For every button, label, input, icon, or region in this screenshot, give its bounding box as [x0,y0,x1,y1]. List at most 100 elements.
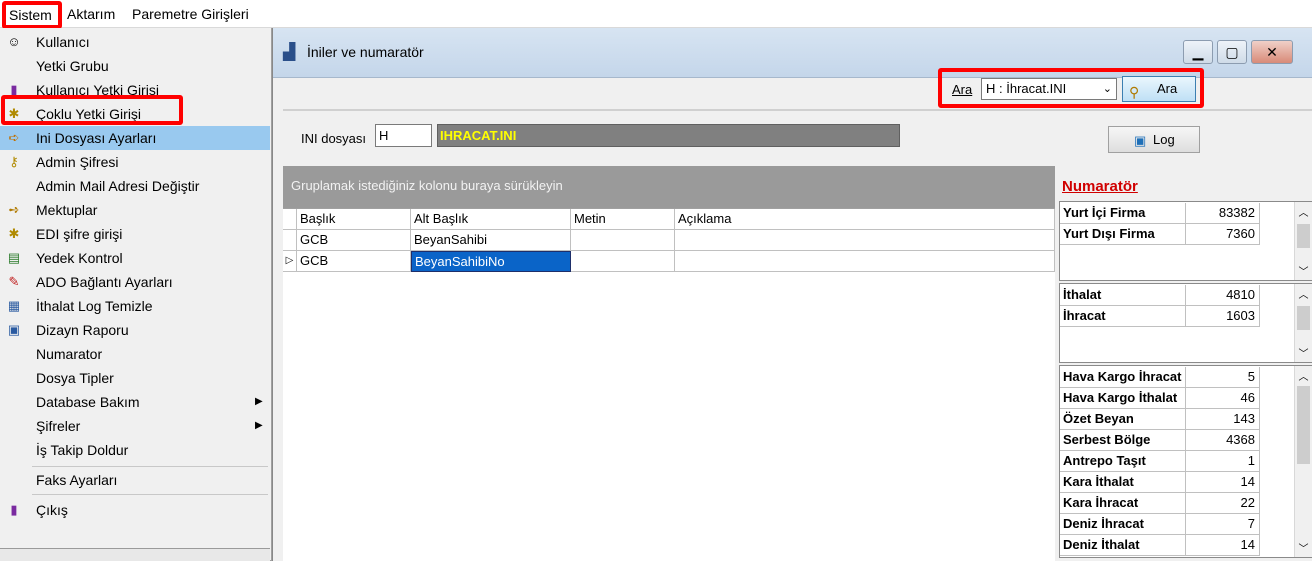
scroll-up-icon[interactable]: ︿ [1295,286,1312,301]
list-item[interactable]: Kara İhracat 22 [1060,493,1296,514]
minimize-icon: ▁ [1192,44,1204,60]
table-cell-selected[interactable]: BeyanSahibiNo [411,251,571,272]
numarator-label: Serbest Bölge [1060,430,1186,451]
menu-item-coklu-yetki-girisi[interactable]: ✱ Çoklu Yetki Girişi [0,102,270,126]
exit-door-icon: ▮ [10,502,18,517]
list-item[interactable]: Serbest Bölge 4368 [1060,430,1296,451]
menu-sistem-label: Sistem [9,7,52,23]
list-item[interactable]: Özet Beyan 143 [1060,409,1296,430]
menu-item-dizayn-raporu[interactable]: ▣ Dizayn Raporu [0,318,270,342]
menu-item-cikis[interactable]: ▮ Çıkış [0,498,270,522]
list-item[interactable]: Antrepo Taşıt 1 [1060,451,1296,472]
key-icon: ✱ [8,106,20,121]
scroll-up-icon[interactable]: ︿ [1295,368,1312,383]
menu-item-label: Dizayn Raporu [36,322,129,338]
log-icon: ▣ [1134,133,1147,148]
table-cell[interactable]: GCB [297,251,411,272]
menu-item-label: Faks Ayarları [36,472,118,488]
list-item[interactable]: Hava Kargo İhracat 5 [1060,367,1296,388]
menu-item-kullanici-yetki-girisi[interactable]: ▮ Kullanıcı Yetki Girişi [0,78,270,102]
numarator-value: 1603 [1186,306,1260,327]
close-button[interactable]: ✕ [1251,40,1293,64]
column-header-metin[interactable]: Metin [571,209,675,230]
numarator-label: Yurt Dışı Firma [1060,224,1186,245]
letter-icon: ➺ [8,202,20,217]
menu-item-admin-mail[interactable]: Admin Mail Adresi Değiştir [0,174,270,198]
sistem-dropdown-menu: ☺ Kullanıcı Yetki Grubu ▮ Kullanıcı Yetk… [0,28,272,561]
list-item[interactable]: Yurt İçi Firma 83382 [1060,203,1296,224]
highlight-box-search [938,68,1204,108]
menu-item-mektuplar[interactable]: ➺ Mektuplar [0,198,270,222]
scroll-down-icon[interactable]: ﹀ [1295,540,1312,555]
column-header-aciklama[interactable]: Açıklama [675,209,1055,230]
menu-item-ini-dosyasi-ayarlari[interactable]: ➪ Ini Dosyası Ayarları [0,126,270,150]
column-header-baslik[interactable]: Başlık [297,209,411,230]
list-item[interactable]: Kara İthalat 14 [1060,472,1296,493]
menu-item-yedek-kontrol[interactable]: ▤ Yedek Kontrol [0,246,270,270]
numarator-value: 7360 [1186,224,1260,245]
menu-item-edi-sifre[interactable]: ✱ EDI şifre girişi [0,222,270,246]
menu-item-label: ADO Bağlantı Ayarları [36,274,173,290]
list-item[interactable]: Deniz İhracat 7 [1060,514,1296,535]
column-header-alt-baslik[interactable]: Alt Başlık Y [411,209,571,230]
menu-item-sifreler[interactable]: Şifreler ▶ [0,414,270,438]
numarator-label: Deniz İthalat [1060,535,1186,556]
scroll-down-icon[interactable]: ﹀ [1295,263,1312,278]
menu-item-database-bakim[interactable]: Database Bakım ▶ [0,390,270,414]
numarator-label: Yurt İçi Firma [1060,203,1186,224]
numarator-value: 14 [1186,535,1260,556]
menu-item-label: Kullanıcı Yetki Girişi [36,82,159,98]
scroll-thumb[interactable] [1297,224,1310,248]
list-item[interactable]: Deniz İthalat 14 [1060,535,1296,556]
column-header-label: Alt Başlık [414,211,469,226]
menu-sistem[interactable]: Sistem [2,1,62,29]
door-icon: ▮ [10,82,18,97]
list-item[interactable]: İhracat 1603 [1060,306,1296,327]
menu-item-label: Admin Mail Adresi Değiştir [36,178,200,194]
group-by-panel[interactable]: Gruplamak istediğiniz kolonu buraya sürü… [283,166,1055,208]
numarator-value: 83382 [1186,203,1260,224]
vertical-scrollbar[interactable]: ︿ ﹀ [1294,202,1312,280]
numarator-label: Antrepo Taşıt [1060,451,1186,472]
menu-item-is-takip-doldur[interactable]: İş Takip Doldur [0,438,270,462]
table-cell[interactable] [675,230,1055,251]
list-item[interactable]: Hava Kargo İthalat 46 [1060,388,1296,409]
table-cell[interactable] [571,230,675,251]
menu-item-admin-sifresi[interactable]: ⚷ Admin Şifresi [0,150,270,174]
vertical-scrollbar[interactable]: ︿ ﹀ [1294,284,1312,362]
scroll-thumb[interactable] [1297,386,1310,464]
minimize-button[interactable]: ▁ [1183,40,1213,64]
log-button[interactable]: ▣ Log [1108,126,1200,153]
menu-item-faks-ayarlari[interactable]: Faks Ayarları [0,468,270,492]
menu-aktarim[interactable]: Aktarım [63,3,119,25]
numarator-label: İthalat [1060,285,1186,306]
menu-item-ithalat-log-temizle[interactable]: ▦ İthalat Log Temizle [0,294,270,318]
table-cell[interactable]: BeyanSahibi [411,230,571,251]
menu-item-dosya-tipler[interactable]: Dosya Tipler [0,366,270,390]
list-item[interactable]: Yurt Dışı Firma 7360 [1060,224,1296,245]
menu-paremetre-girisleri[interactable]: Paremetre Girişleri [128,3,253,25]
numarator-panel-beyanlar: Hava Kargo İhracat 5 Hava Kargo İthalat … [1059,365,1312,558]
scroll-down-icon[interactable]: ﹀ [1295,345,1312,360]
maximize-button[interactable]: ▢ [1217,40,1247,64]
numarator-panel-firma: Yurt İçi Firma 83382 Yurt Dışı Firma 736… [1059,201,1312,281]
table-cell[interactable] [675,251,1055,272]
menu-item-label: İthalat Log Temizle [36,298,153,314]
menu-item-numarator[interactable]: Numarator [0,342,270,366]
numarator-label: İhracat [1060,306,1186,327]
scroll-up-icon[interactable]: ︿ [1295,204,1312,219]
numarator-value: 46 [1186,388,1260,409]
log-button-label: Log [1153,132,1175,147]
menu-item-ado-baglanti[interactable]: ✎ ADO Bağlantı Ayarları [0,270,270,294]
table-cell[interactable] [571,251,675,272]
table-cell[interactable]: GCB [297,230,411,251]
vertical-scrollbar[interactable]: ︿ ﹀ [1294,366,1312,557]
scroll-thumb[interactable] [1297,306,1310,330]
window-title: İniler ve numaratör [307,44,424,60]
ini-code-field[interactable]: H [375,124,432,147]
report-icon: ▣ [7,322,21,337]
menu-item-yetki-grubu[interactable]: Yetki Grubu [0,54,270,78]
list-item[interactable]: İthalat 4810 [1060,285,1296,306]
menu-item-kullanici[interactable]: ☺ Kullanıcı [0,30,270,54]
current-row-indicator-icon: ▷ [283,251,297,272]
